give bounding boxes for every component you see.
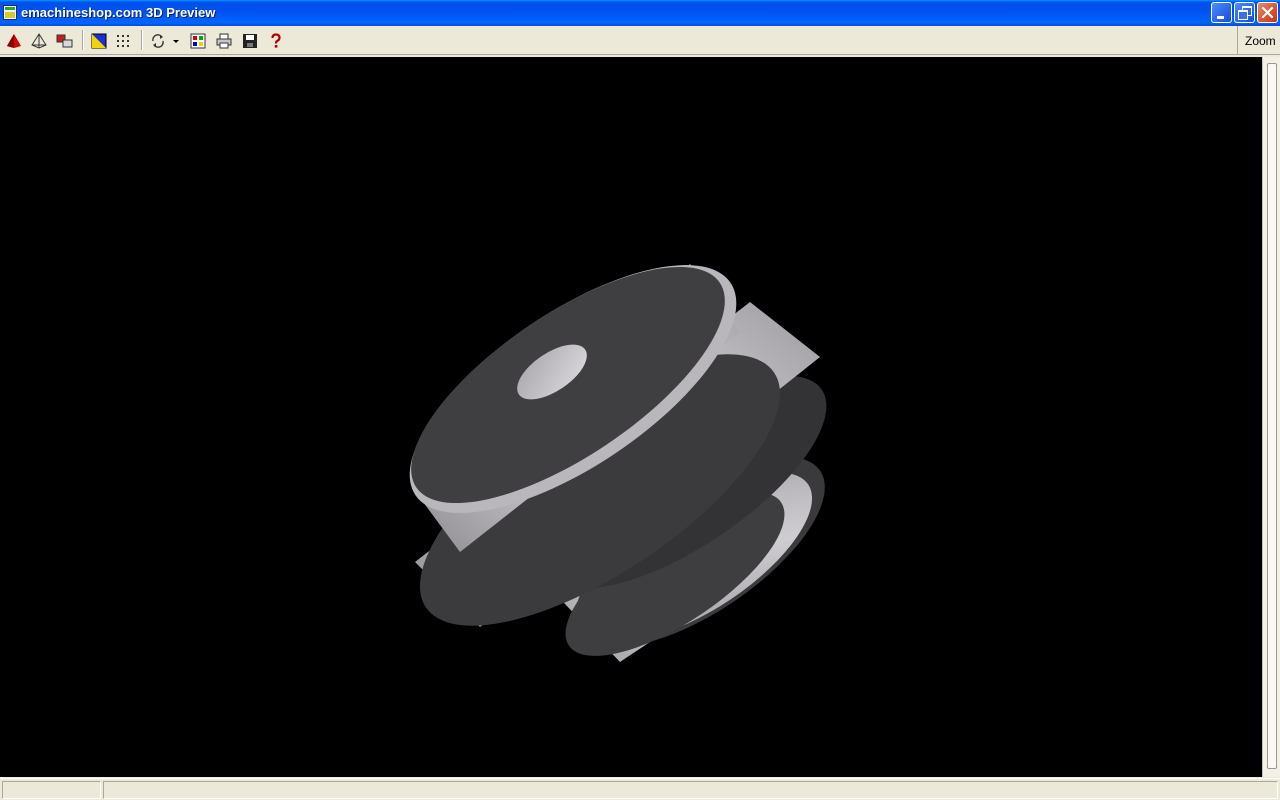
scroll-thumb[interactable] (1267, 63, 1277, 769)
save-button[interactable] (239, 30, 261, 52)
part-3d-render[interactable] (0, 57, 1262, 777)
solid-view-button[interactable] (3, 30, 25, 52)
minimize-button[interactable] (1211, 2, 1232, 23)
rotate-icon (152, 34, 164, 48)
grid-icon (117, 35, 129, 47)
status-pane-left (2, 781, 101, 799)
help-button[interactable] (265, 30, 287, 52)
save-icon (243, 34, 257, 48)
zoom-label: Zoom (1245, 34, 1276, 48)
components-icon (56, 34, 73, 48)
rotate-dropdown-icon (173, 40, 179, 43)
3d-viewport[interactable] (0, 57, 1262, 777)
help-icon (271, 33, 281, 48)
print-button[interactable] (213, 30, 235, 52)
close-button[interactable] (1257, 2, 1278, 23)
vertical-scrollbar[interactable] (1262, 57, 1280, 777)
zoom-button[interactable]: Zoom (1237, 26, 1280, 55)
window-title: emachineshop.com 3D Preview (21, 5, 216, 20)
grid-button[interactable] (113, 30, 135, 52)
minimize-icon (1217, 16, 1224, 19)
close-icon (1261, 6, 1274, 19)
print-icon (216, 33, 232, 49)
toolbar: Zoom (0, 26, 1280, 55)
color-icon (91, 33, 107, 49)
rotate-dropdown-button[interactable] (169, 30, 183, 52)
wireframe-view-button[interactable] (28, 30, 50, 52)
title-bar[interactable]: emachineshop.com 3D Preview (0, 0, 1280, 26)
color-button[interactable] (88, 30, 110, 52)
status-bar (0, 778, 1280, 800)
wireframe-view-icon (31, 33, 47, 49)
components-button[interactable] (54, 30, 76, 52)
app-icon[interactable] (3, 5, 17, 20)
restore-button[interactable] (1234, 2, 1255, 23)
palette-button[interactable] (187, 30, 209, 52)
status-pane-main (103, 781, 1278, 799)
solid-view-icon (7, 34, 21, 48)
rotate-button[interactable] (147, 30, 169, 52)
palette-icon (190, 33, 206, 49)
